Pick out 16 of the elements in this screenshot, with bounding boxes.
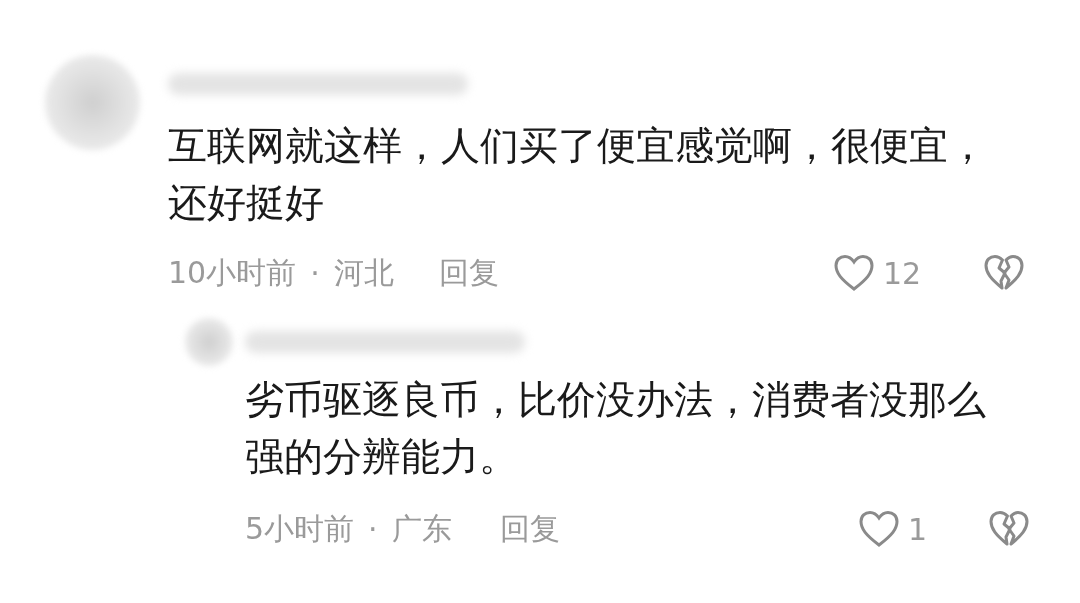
reply-link[interactable]: 回复 — [438, 252, 499, 294]
separator-dot: · — [310, 255, 320, 291]
like-count: 12 — [883, 255, 923, 291]
broken-heart-icon[interactable] — [983, 254, 1025, 292]
reply-link[interactable]: 回复 — [499, 508, 560, 550]
heart-icon[interactable] — [858, 510, 900, 548]
comment-time: 5小时前 — [245, 509, 355, 548]
comment-location: 广东 — [391, 509, 452, 548]
like-count: 1 — [908, 511, 929, 547]
separator-dot: · — [368, 511, 378, 547]
heart-icon[interactable] — [833, 254, 875, 292]
comment-time: 10小时前 — [168, 253, 297, 292]
comment-location: 河北 — [333, 253, 394, 292]
comment-text: 互联网就这样，人们买了便宜感觉啊，很便宜，还好挺好 — [168, 122, 988, 227]
broken-heart-icon[interactable] — [988, 510, 1030, 548]
comment-text: 劣币驱逐良币，比价没办法，消费者没那么强的分辨能力。 — [245, 376, 987, 481]
